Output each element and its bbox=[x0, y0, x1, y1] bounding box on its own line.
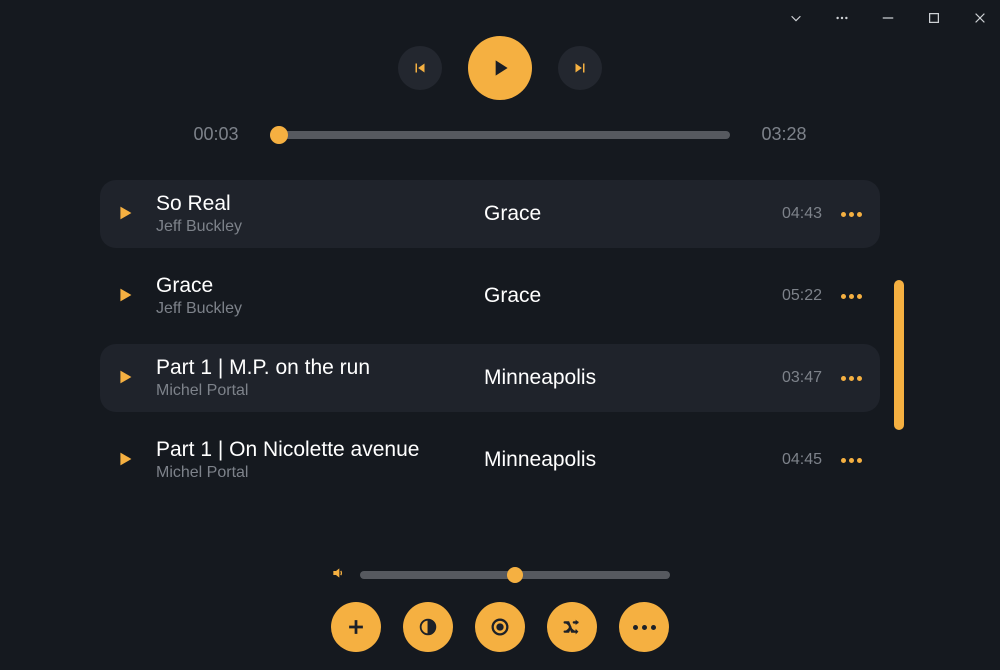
track-info: Grace Jeff Buckley bbox=[156, 274, 476, 318]
volume-thumb[interactable] bbox=[507, 567, 523, 583]
play-icon[interactable] bbox=[114, 448, 138, 472]
volume-slider[interactable] bbox=[360, 571, 670, 579]
close-icon[interactable] bbox=[968, 6, 992, 30]
volume-row bbox=[0, 565, 1000, 584]
shuffle-button[interactable] bbox=[547, 602, 597, 652]
dropdown-icon[interactable] bbox=[784, 6, 808, 30]
track-more-icon[interactable] bbox=[822, 376, 862, 381]
track-artist: Michel Portal bbox=[156, 464, 476, 482]
next-button[interactable] bbox=[558, 46, 602, 90]
track-artist: Michel Portal bbox=[156, 382, 476, 400]
track-row[interactable]: Part 1 | M.P. on the run Michel Portal M… bbox=[100, 344, 880, 412]
play-button[interactable] bbox=[468, 36, 532, 100]
playlist: So Real Jeff Buckley Grace 04:43 Grace J… bbox=[100, 180, 880, 494]
window-controls bbox=[784, 4, 992, 32]
track-more-icon[interactable] bbox=[822, 458, 862, 463]
total-time-label: 03:28 bbox=[754, 124, 814, 145]
track-title: So Real bbox=[156, 192, 476, 216]
track-duration: 05:22 bbox=[762, 287, 822, 305]
volume-icon[interactable] bbox=[330, 565, 346, 584]
window-more-icon[interactable] bbox=[830, 6, 854, 30]
minimize-icon[interactable] bbox=[876, 6, 900, 30]
previous-button[interactable] bbox=[398, 46, 442, 90]
track-album: Minneapolis bbox=[476, 448, 762, 472]
track-info: Part 1 | M.P. on the run Michel Portal bbox=[156, 356, 476, 400]
track-album: Grace bbox=[476, 284, 762, 308]
track-artist: Jeff Buckley bbox=[156, 218, 476, 236]
play-icon[interactable] bbox=[114, 202, 138, 226]
track-info: So Real Jeff Buckley bbox=[156, 192, 476, 236]
track-duration: 04:45 bbox=[762, 451, 822, 469]
track-more-icon[interactable] bbox=[822, 294, 862, 299]
track-duration: 04:43 bbox=[762, 205, 822, 223]
track-more-icon[interactable] bbox=[822, 212, 862, 217]
transport-controls bbox=[0, 36, 1000, 100]
track-title: Grace bbox=[156, 274, 476, 298]
track-duration: 03:47 bbox=[762, 369, 822, 387]
play-icon[interactable] bbox=[114, 284, 138, 308]
record-button[interactable] bbox=[475, 602, 525, 652]
current-time-label: 00:03 bbox=[186, 124, 246, 145]
track-title: Part 1 | On Nicolette avenue bbox=[156, 438, 476, 462]
contrast-button[interactable] bbox=[403, 602, 453, 652]
track-row[interactable]: So Real Jeff Buckley Grace 04:43 bbox=[100, 180, 880, 248]
track-info: Part 1 | On Nicolette avenue Michel Port… bbox=[156, 438, 476, 482]
seek-slider[interactable] bbox=[270, 131, 730, 139]
seek-bar-row: 00:03 03:28 bbox=[0, 124, 1000, 145]
add-button[interactable] bbox=[331, 602, 381, 652]
more-button[interactable] bbox=[619, 602, 669, 652]
track-title: Part 1 | M.P. on the run bbox=[156, 356, 476, 380]
track-album: Grace bbox=[476, 202, 762, 226]
play-icon[interactable] bbox=[114, 366, 138, 390]
scrollbar-thumb[interactable] bbox=[894, 280, 904, 430]
track-row[interactable]: Part 1 | On Nicolette avenue Michel Port… bbox=[100, 426, 880, 494]
track-row[interactable]: Grace Jeff Buckley Grace 05:22 bbox=[100, 262, 880, 330]
seek-thumb[interactable] bbox=[270, 126, 288, 144]
track-artist: Jeff Buckley bbox=[156, 300, 476, 318]
bottom-toolbar bbox=[0, 602, 1000, 652]
track-album: Minneapolis bbox=[476, 366, 762, 390]
maximize-icon[interactable] bbox=[922, 6, 946, 30]
